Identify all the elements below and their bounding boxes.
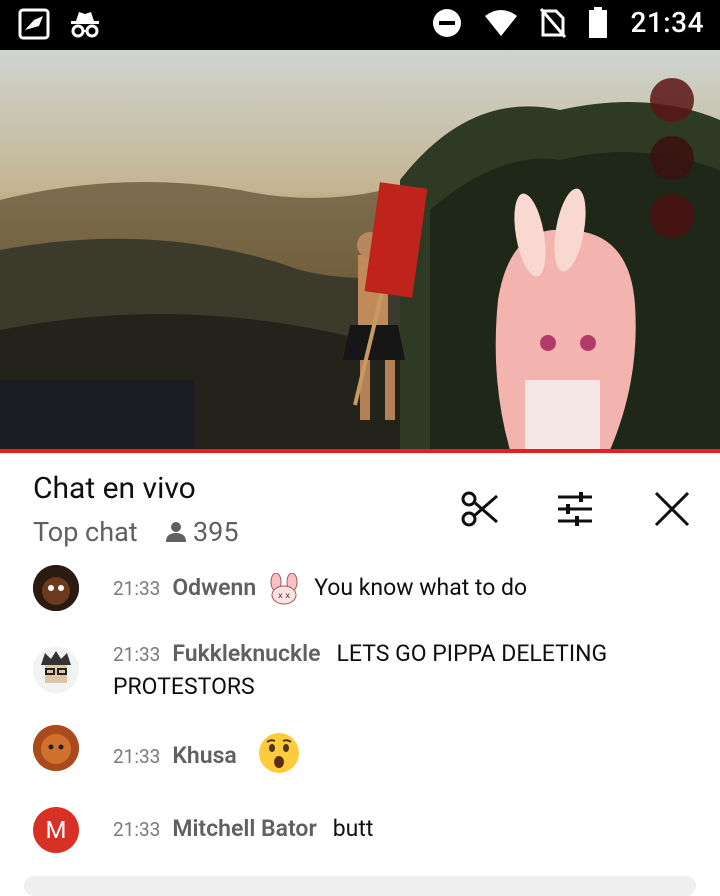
filter-button[interactable]: [553, 487, 597, 531]
avatar[interactable]: M: [33, 807, 79, 853]
chat-message: 21:33 Khusa: [0, 723, 720, 783]
message-text: You know what to do: [314, 574, 528, 601]
incognito-icon: [68, 9, 102, 39]
avatar[interactable]: [33, 647, 79, 693]
chat-input-bar[interactable]: [24, 876, 696, 896]
video-player[interactable]: [0, 50, 720, 450]
svg-text:x x: x x: [278, 591, 290, 600]
app-icon: [18, 8, 50, 40]
close-icon: [652, 489, 692, 529]
status-bar: 21:34: [0, 0, 720, 50]
do-not-disturb-icon: [432, 8, 462, 38]
message-author[interactable]: Mitchell Bator: [172, 815, 316, 842]
clip-button[interactable]: [458, 487, 502, 531]
astonished-face-emoji-icon: [257, 731, 301, 775]
chat-title: Chat en vivo: [33, 471, 196, 506]
chat-message: M 21:33 Mitchell Bator butt: [0, 805, 720, 865]
message-timestamp: 21:33: [113, 818, 161, 841]
message-author[interactable]: Fukkleknuckle: [172, 640, 320, 667]
viewer-count-value: 395: [193, 516, 239, 548]
chat-message-list[interactable]: 21:33 Odwenn x x You know what to do 21:…: [0, 565, 720, 886]
status-time: 21:34: [630, 6, 704, 39]
battery-icon: [588, 6, 608, 39]
person-icon: [165, 521, 187, 543]
close-button[interactable]: [650, 487, 694, 531]
chat-message: 21:33 Fukkleknuckle LETS GO PIPPA DELETING…: [0, 637, 720, 707]
chat-message: 21:33 Odwenn x x You know what to do: [0, 565, 720, 615]
avatar[interactable]: [33, 725, 79, 771]
message-author[interactable]: Khusa: [172, 742, 236, 769]
wifi-icon: [484, 9, 518, 37]
no-sim-icon: [540, 7, 567, 38]
message-author[interactable]: Odwenn: [172, 574, 256, 601]
message-text: butt: [332, 815, 374, 842]
message-timestamp: 21:33: [113, 643, 161, 666]
bunny-emoji-icon: x x: [266, 572, 302, 605]
sliders-icon: [555, 489, 595, 529]
chat-mode-selector[interactable]: Top chat: [33, 516, 138, 548]
message-timestamp: 21:33: [113, 745, 161, 769]
avatar[interactable]: [33, 565, 79, 611]
message-timestamp: 21:33: [113, 577, 161, 600]
video-frame: [0, 50, 720, 450]
scissors-icon: [460, 489, 500, 529]
avatar-letter: M: [45, 816, 67, 844]
viewer-count: 395: [165, 516, 239, 548]
chat-header: Chat en vivo Top chat 395: [0, 453, 720, 565]
